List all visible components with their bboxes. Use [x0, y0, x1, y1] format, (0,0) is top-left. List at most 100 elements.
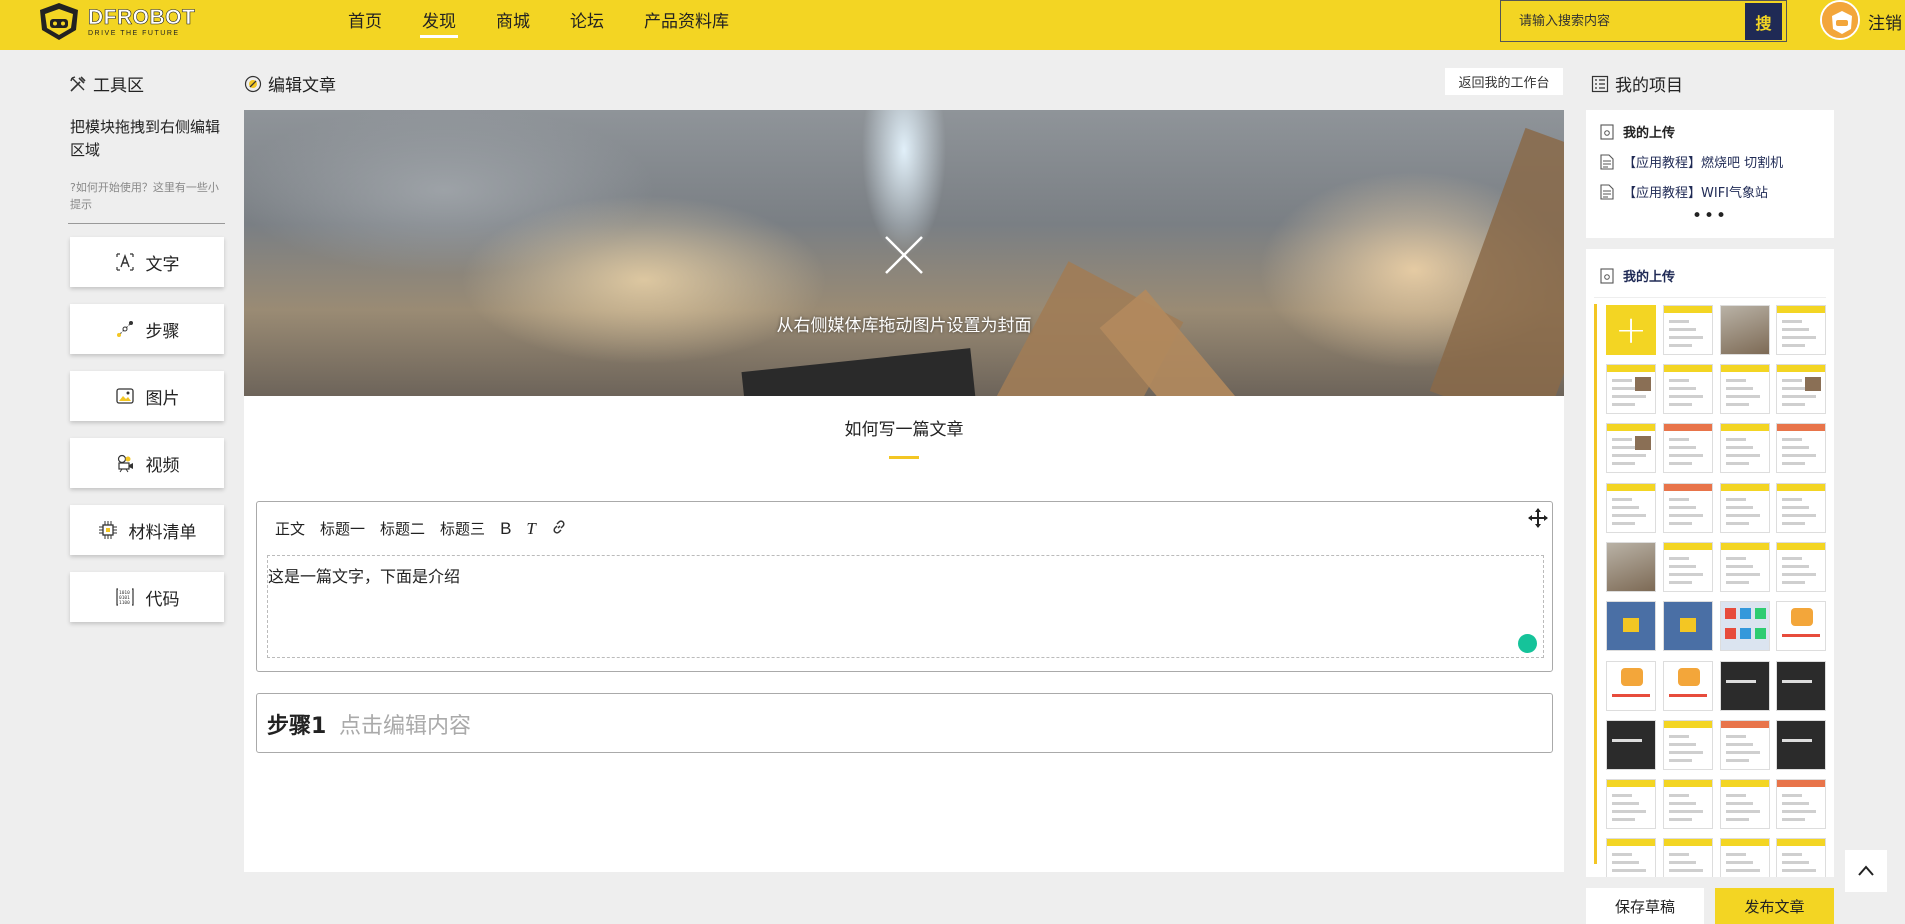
format-body[interactable]: 正文	[275, 518, 305, 539]
move-handle-icon[interactable]	[1528, 508, 1548, 528]
text-block[interactable]: 正文 标题一 标题二 标题三 B T 这是一篇文字，下面是介绍	[256, 501, 1553, 672]
media-thumbnail[interactable]	[1720, 661, 1770, 711]
tool-steps-button[interactable]: 步骤	[70, 304, 224, 354]
media-thumbnail[interactable]	[1720, 779, 1770, 829]
list-icon	[1591, 75, 1609, 93]
media-thumbnail[interactable]	[1663, 542, 1713, 592]
media-thumbnail[interactable]	[1720, 542, 1770, 592]
format-h1[interactable]: 标题一	[320, 518, 365, 539]
step-content-placeholder[interactable]: 点击编辑内容	[339, 708, 471, 740]
close-icon[interactable]	[884, 235, 924, 275]
cover-drop-zone[interactable]: 从右侧媒体库拖动图片设置为封面	[244, 110, 1564, 396]
nav-store[interactable]: 商城	[496, 7, 530, 35]
save-draft-button[interactable]: 保存草稿	[1586, 888, 1704, 924]
media-thumbnail[interactable]	[1606, 364, 1656, 414]
publish-article-button[interactable]: 发布文章	[1715, 888, 1834, 924]
back-to-workspace-button[interactable]: 返回我的工作台	[1445, 68, 1563, 95]
back-to-top-button[interactable]	[1845, 850, 1887, 892]
media-thumbnail[interactable]	[1720, 838, 1770, 877]
media-thumbnail[interactable]	[1606, 542, 1656, 592]
media-thumbnail[interactable]	[1663, 483, 1713, 533]
nav-forum[interactable]: 论坛	[570, 7, 604, 35]
format-toolbar: 正文 标题一 标题二 标题三 B T	[275, 518, 582, 539]
upload-doc-icon	[1600, 267, 1614, 284]
text-icon	[115, 252, 135, 272]
media-library: 我的上传 +	[1586, 249, 1834, 877]
tool-text-button[interactable]: 文字	[70, 237, 224, 287]
media-thumbnail[interactable]	[1776, 305, 1826, 355]
logout-link[interactable]: 注销	[1868, 9, 1902, 34]
media-thumbnail[interactable]	[1663, 838, 1713, 877]
media-thumbnail[interactable]	[1776, 720, 1826, 770]
media-thumbnail[interactable]	[1776, 661, 1826, 711]
media-thumbnail[interactable]	[1606, 483, 1656, 533]
document-icon	[1600, 183, 1614, 200]
media-thumbnail[interactable]	[1720, 423, 1770, 473]
tool-materials-button[interactable]: 材料清单	[70, 505, 224, 555]
video-icon	[115, 453, 135, 473]
code-icon: 1010 0101 1100	[115, 587, 135, 607]
main-nav: 首页 发现 商城 论坛 产品资料库	[348, 0, 769, 42]
media-thumbnail[interactable]	[1606, 779, 1656, 829]
step-block[interactable]: 步骤1 点击编辑内容	[256, 693, 1553, 753]
media-thumbnail[interactable]	[1776, 601, 1826, 651]
projects-card: 我的上传 【应用教程】燃烧吧 切割机 【应用教程】WIFI气象站 •••	[1586, 110, 1834, 238]
dfrobot-logo[interactable]: DFROBOT DRIVE THE FUTURE	[36, 0, 195, 44]
media-thumbnail[interactable]	[1663, 305, 1713, 355]
format-h3[interactable]: 标题三	[440, 518, 485, 539]
media-thumbnail[interactable]	[1776, 542, 1826, 592]
step-label: 步骤1	[267, 708, 327, 740]
media-thumbnail[interactable]	[1663, 364, 1713, 414]
media-thumbnail[interactable]	[1720, 601, 1770, 651]
svg-text:1100: 1100	[119, 600, 130, 606]
media-thumbnail[interactable]	[1606, 720, 1656, 770]
tools-hint: 把模块拖拽到右侧编辑区域	[70, 118, 221, 159]
media-thumbnail[interactable]	[1663, 779, 1713, 829]
media-thumbnail[interactable]	[1606, 661, 1656, 711]
editor-area: 从右侧媒体库拖动图片设置为封面 如何写一篇文章 正文 标题一 标题二 标题三 B…	[244, 110, 1564, 872]
search-input[interactable]	[1501, 1, 1747, 41]
media-thumbnail[interactable]	[1776, 838, 1826, 877]
format-h2[interactable]: 标题二	[380, 518, 425, 539]
projects-title: 我的项目	[1591, 71, 1683, 96]
media-thumbnail[interactable]	[1663, 661, 1713, 711]
media-thumbnail[interactable]	[1776, 779, 1826, 829]
media-thumbnail[interactable]	[1606, 423, 1656, 473]
media-scroll-indicator	[1594, 304, 1597, 864]
more-projects-button[interactable]: •••	[1586, 206, 1834, 226]
search-button[interactable]: 搜	[1745, 3, 1782, 40]
media-thumbnail[interactable]	[1606, 601, 1656, 651]
media-thumbnail[interactable]	[1776, 423, 1826, 473]
top-header: DFROBOT DRIVE THE FUTURE 首页 发现 商城 论坛 产品资…	[0, 0, 1905, 50]
media-thumbnail[interactable]	[1720, 364, 1770, 414]
tools-help-link[interactable]: ?如何开始使用？这里有一些小提示	[70, 179, 226, 213]
article-title[interactable]: 如何写一篇文章	[244, 415, 1564, 440]
tool-code-button[interactable]: 1010 0101 1100 代码	[70, 572, 224, 622]
link-icon[interactable]	[551, 519, 567, 539]
editor-title: 编辑文章	[244, 71, 336, 96]
media-thumbnail[interactable]	[1776, 483, 1826, 533]
format-bold[interactable]: B	[500, 519, 511, 539]
media-thumbnail[interactable]	[1776, 364, 1826, 414]
nav-product-docs[interactable]: 产品资料库	[644, 7, 729, 35]
tool-image-button[interactable]: 图片	[70, 371, 224, 421]
nav-home[interactable]: 首页	[348, 7, 382, 35]
avatar[interactable]	[1820, 0, 1860, 40]
format-italic[interactable]: T	[526, 519, 535, 539]
nav-discover[interactable]: 发现	[420, 7, 458, 38]
tool-video-button[interactable]: 视频	[70, 438, 224, 488]
media-thumbnail[interactable]	[1720, 483, 1770, 533]
media-thumbnail[interactable]	[1663, 423, 1713, 473]
media-thumbnail[interactable]	[1720, 305, 1770, 355]
project-item[interactable]: 【应用教程】WIFI气象站	[1600, 182, 1768, 201]
add-media-button[interactable]: +	[1606, 305, 1656, 355]
media-thumbnail[interactable]	[1663, 601, 1713, 651]
edit-icon	[244, 75, 262, 93]
media-thumbnail[interactable]	[1720, 720, 1770, 770]
project-item[interactable]: 【应用教程】燃烧吧 切割机	[1600, 152, 1783, 171]
my-uploads-link[interactable]: 我的上传	[1600, 122, 1675, 141]
media-thumbnail[interactable]	[1606, 838, 1656, 877]
text-editor[interactable]: 这是一篇文字，下面是介绍	[267, 555, 1544, 658]
grammarly-icon[interactable]	[1518, 634, 1537, 653]
media-thumbnail[interactable]	[1663, 720, 1713, 770]
